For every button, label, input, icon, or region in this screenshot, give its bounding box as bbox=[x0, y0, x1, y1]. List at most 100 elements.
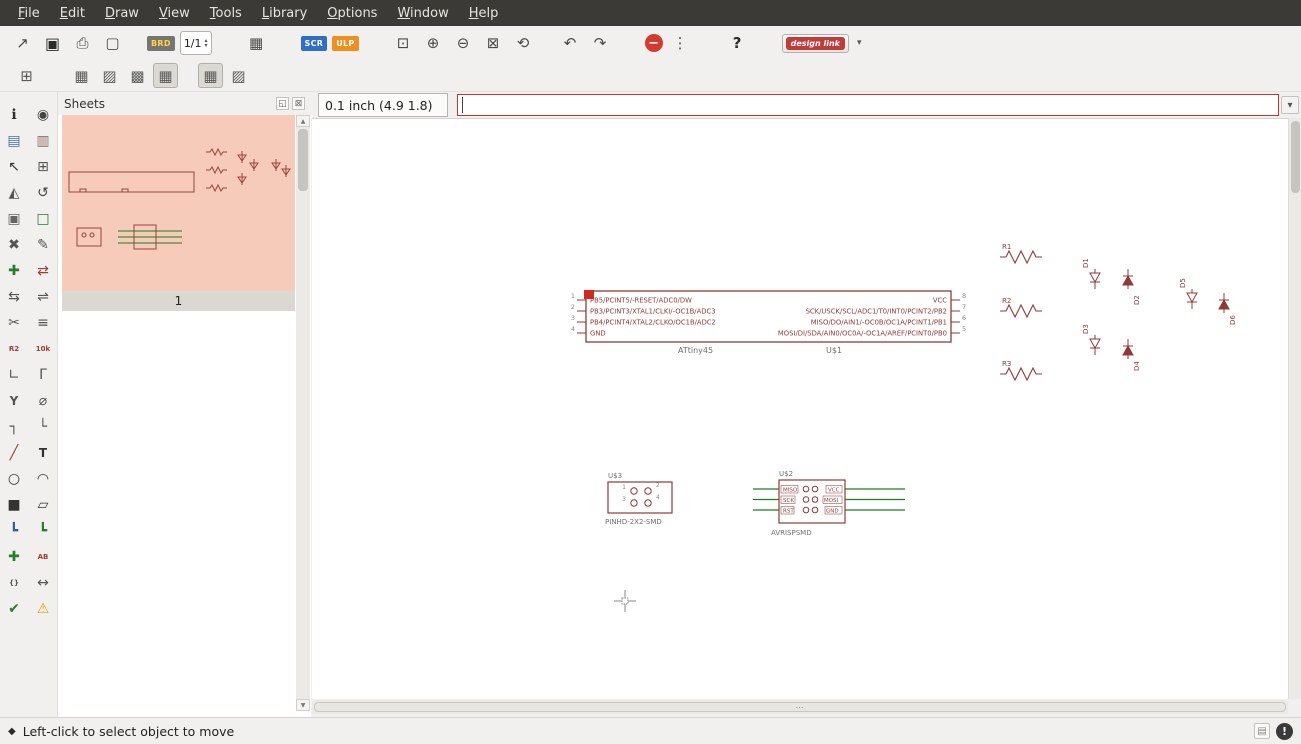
component-d6[interactable]: D6 bbox=[1218, 293, 1237, 325]
ulp-button[interactable]: ULP bbox=[332, 35, 359, 51]
scroll-down-icon[interactable]: ▼ bbox=[296, 699, 310, 711]
sheets-scrollbar-thumb[interactable] bbox=[298, 129, 308, 191]
copy-icon[interactable]: ▣ bbox=[1, 206, 27, 231]
cam-processor-icon[interactable]: ▢ bbox=[100, 31, 125, 56]
open-board-button[interactable]: BRD bbox=[147, 35, 175, 51]
horizontal-scrollbar-thumb[interactable]: ⋯ bbox=[314, 702, 1286, 712]
move-icon[interactable]: ↖ bbox=[1, 154, 27, 179]
value-icon[interactable]: 10k bbox=[30, 336, 56, 361]
component-r2[interactable]: R2 bbox=[1000, 297, 1042, 319]
invoke-icon[interactable]: ≡ bbox=[30, 310, 56, 335]
spin-down-icon[interactable]: ▾ bbox=[205, 43, 208, 49]
print-icon[interactable]: ⎙ bbox=[70, 31, 95, 56]
layer-settings-icon[interactable]: ▥ bbox=[30, 128, 56, 153]
redo-icon[interactable]: ↷ bbox=[588, 31, 613, 56]
change-icon[interactable]: ✎ bbox=[30, 232, 56, 257]
component-d3[interactable]: D3 bbox=[1082, 324, 1101, 355]
attribute-icon[interactable]: {} bbox=[1, 570, 27, 595]
menu-edit[interactable]: Edit bbox=[50, 2, 95, 25]
zoom-redraw-icon[interactable]: ⟲ bbox=[511, 31, 536, 56]
sheets-scrollbar[interactable]: ▲ ▼ bbox=[296, 115, 310, 711]
component-u1-attiny45[interactable]: 1 2 3 4 8 7 6 5 PB5/PCINT5/-RESET/ADC0/D… bbox=[571, 290, 966, 355]
dimension-icon[interactable]: ↔ bbox=[30, 570, 56, 595]
component-d4[interactable]: D4 bbox=[1122, 339, 1141, 371]
menu-view[interactable]: View bbox=[149, 2, 200, 25]
go-icon[interactable]: ⋮ bbox=[668, 31, 693, 56]
rotate-icon[interactable]: ↺ bbox=[30, 180, 56, 205]
design-link-button[interactable]: design link bbox=[781, 33, 849, 53]
component-d1[interactable]: D1 bbox=[1082, 258, 1101, 289]
cut-icon[interactable]: ✂ bbox=[1, 310, 27, 335]
add-part-icon[interactable]: ✚ bbox=[1, 258, 27, 283]
dock-icon[interactable]: ▤ bbox=[1254, 723, 1270, 739]
component-u3-pinhd[interactable]: 1 2 3 4 U$3 PINHD-2X2-SMD bbox=[605, 472, 673, 526]
miter-icon[interactable]: ∟ bbox=[1, 362, 27, 387]
menu-window[interactable]: Window bbox=[387, 2, 458, 25]
sheet-1-label[interactable]: 1 bbox=[62, 291, 295, 311]
show-icon[interactable]: ◉ bbox=[30, 102, 56, 127]
alert-icon[interactable]: ! bbox=[1276, 722, 1293, 740]
help-icon[interactable]: ? bbox=[725, 31, 750, 56]
display-preset-4[interactable]: ▦ bbox=[153, 63, 178, 88]
zoom-out-icon[interactable]: ⊖ bbox=[451, 31, 476, 56]
replace-icon[interactable]: ⇄ bbox=[30, 258, 56, 283]
junction-icon[interactable]: ✚ bbox=[1, 544, 27, 569]
zoom-select-icon[interactable]: ⊠ bbox=[481, 31, 506, 56]
menu-library[interactable]: Library bbox=[252, 2, 317, 25]
component-r3[interactable]: R3 bbox=[1000, 360, 1042, 382]
component-u2-avrisp[interactable]: MISO SCK RST VCC MOSI GND U$2 AVRISPSMD bbox=[753, 470, 905, 537]
pinswap-icon[interactable]: ⇆ bbox=[1, 284, 27, 309]
polygon-icon[interactable]: ▱ bbox=[30, 492, 56, 517]
grid-settings-icon[interactable]: ⊞ bbox=[14, 63, 39, 88]
panel-float-icon[interactable]: ◱ bbox=[276, 97, 289, 110]
group-icon[interactable]: ⊞ bbox=[30, 154, 56, 179]
design-link-dropdown-icon[interactable]: ▾ bbox=[854, 38, 865, 48]
sheet-1-thumbnail[interactable] bbox=[62, 115, 295, 291]
menu-file[interactable]: File bbox=[8, 2, 50, 25]
optimize-icon[interactable]: ⌀ bbox=[30, 388, 56, 413]
canvas-vertical-scrollbar[interactable] bbox=[1288, 118, 1301, 699]
gateswap-icon[interactable]: ⇌ bbox=[30, 284, 56, 309]
net-icon[interactable]: ┗ bbox=[30, 518, 56, 543]
arc-icon[interactable]: ◠ bbox=[30, 466, 56, 491]
component-d5[interactable]: D5 bbox=[1179, 278, 1198, 309]
display-layers-icon[interactable]: ▤ bbox=[1, 128, 27, 153]
text-icon[interactable]: T bbox=[30, 440, 56, 465]
component-r1[interactable]: R1 bbox=[1000, 243, 1042, 265]
display-preset-1[interactable]: ▦ bbox=[69, 63, 94, 88]
command-input[interactable] bbox=[457, 94, 1279, 116]
erc-icon[interactable]: ✔ bbox=[1, 596, 27, 621]
errors-icon[interactable]: ⚠ bbox=[30, 596, 56, 621]
split-icon[interactable]: Y bbox=[1, 388, 27, 413]
canvas-horizontal-scrollbar[interactable]: ⋯ bbox=[312, 700, 1288, 714]
zoom-fit-icon[interactable]: ⊡ bbox=[391, 31, 416, 56]
paste-icon[interactable]: □ bbox=[30, 206, 56, 231]
bus-icon[interactable]: ┗ bbox=[1, 518, 27, 543]
info-icon[interactable]: ℹ bbox=[1, 102, 27, 127]
stop-icon[interactable]: − bbox=[644, 34, 663, 52]
rect-icon[interactable]: ■ bbox=[1, 492, 27, 517]
command-history-dropdown-icon[interactable]: ▾ bbox=[1281, 96, 1299, 114]
sheet-spinner[interactable]: ▴ ▾ bbox=[205, 38, 208, 49]
vertical-scrollbar-thumb[interactable] bbox=[1291, 121, 1300, 193]
smash-icon[interactable]: R2 bbox=[1, 336, 27, 361]
panel-close-icon[interactable]: ⊠ bbox=[292, 97, 305, 110]
display-preset-5[interactable]: ▦ bbox=[198, 63, 223, 88]
component-d2[interactable]: D2 bbox=[1122, 269, 1141, 305]
menu-options[interactable]: Options bbox=[317, 2, 387, 25]
display-preset-2[interactable]: ▨ bbox=[97, 63, 122, 88]
wire-icon[interactable]: ╱ bbox=[1, 440, 27, 465]
wire-bend-icon[interactable]: ┐ bbox=[1, 414, 27, 439]
delete-icon[interactable]: ✖ bbox=[1, 232, 27, 257]
menu-help[interactable]: Help bbox=[459, 2, 509, 25]
script-button[interactable]: SCR bbox=[300, 35, 328, 51]
wire-bend-alt-icon[interactable]: └ bbox=[30, 414, 56, 439]
menu-tools[interactable]: Tools bbox=[200, 2, 252, 25]
scroll-up-icon[interactable]: ▲ bbox=[296, 115, 310, 127]
undo-icon[interactable]: ↶ bbox=[558, 31, 583, 56]
unmiter-icon[interactable]: Γ bbox=[30, 362, 56, 387]
mirror-icon[interactable]: ◭ bbox=[1, 180, 27, 205]
display-preset-6[interactable]: ▨ bbox=[226, 63, 251, 88]
grid-icon[interactable]: ▦ bbox=[244, 31, 269, 56]
open-icon[interactable]: ↗ bbox=[10, 31, 35, 56]
